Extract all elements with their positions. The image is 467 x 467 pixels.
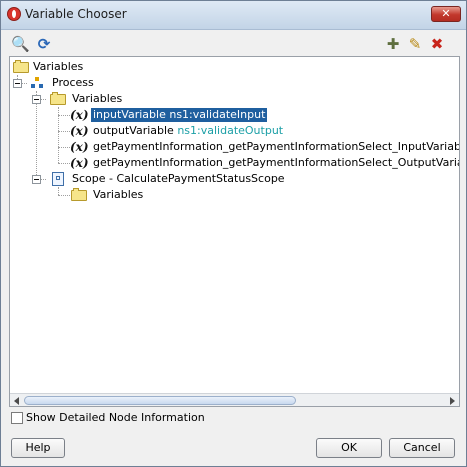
collapse-toggle[interactable] (32, 95, 41, 104)
close-button[interactable]: ✕ (431, 6, 461, 22)
scroll-right-arrow-icon[interactable] (450, 397, 455, 405)
variable-name: getPaymentInformation_getPaymentInformat… (93, 140, 460, 153)
scroll-thumb[interactable] (24, 396, 296, 405)
title-bar: Variable Chooser ✕ (1, 1, 466, 30)
tree-node-root-label: Variables (33, 60, 84, 73)
variable-icon: (x) (70, 140, 89, 154)
selected-variable-label: inputVariable ns1:validateInput (89, 107, 269, 123)
horizontal-scrollbar[interactable] (10, 393, 459, 406)
variable-icon: (x) (70, 124, 89, 138)
scope-icon (52, 172, 64, 186)
folder-icon (71, 188, 87, 201)
cancel-button[interactable]: Cancel (389, 438, 455, 458)
oracle-app-icon (7, 7, 21, 21)
tree-node-scope-variables-label: Variables (93, 188, 144, 201)
help-button[interactable]: Help (11, 438, 65, 458)
ok-button[interactable]: OK (316, 438, 382, 458)
refresh-icon[interactable]: ⟳ (35, 35, 53, 53)
tree-node-process-label: Process (52, 76, 94, 89)
show-detailed-label: Show Detailed Node Information (26, 411, 205, 424)
variable-type: ns1:validateOutput (177, 124, 284, 137)
variable-name: outputVariable (93, 124, 174, 137)
tree-node-scope-label: Scope - CalculatePaymentStatusScope (72, 172, 285, 185)
scroll-left-arrow-icon[interactable] (14, 397, 19, 405)
variable-icon: (x) (70, 108, 89, 122)
variable-tree[interactable]: Variables Process Variables (x) inputVar… (9, 56, 460, 407)
process-icon (30, 77, 44, 89)
collapse-toggle[interactable] (13, 79, 22, 88)
find-icon[interactable]: 🔍 (11, 35, 30, 53)
collapse-toggle[interactable] (32, 175, 41, 184)
folder-icon (13, 60, 29, 73)
variable-name: getPaymentInformation_getPaymentInformat… (93, 156, 460, 169)
add-icon[interactable]: ✚ (384, 35, 402, 53)
delete-icon[interactable]: ✖ (428, 35, 446, 53)
variable-icon: (x) (70, 156, 89, 170)
edit-icon[interactable]: ✎ (406, 35, 424, 53)
tree-node-variables-label: Variables (72, 92, 123, 105)
folder-icon (50, 92, 66, 105)
window-title: Variable Chooser (25, 7, 127, 21)
show-detailed-checkbox[interactable] (11, 412, 23, 424)
variable-chooser-dialog: Variable Chooser ✕ 🔍 ⟳ ✚ ✎ ✖ Variables P… (0, 0, 467, 467)
